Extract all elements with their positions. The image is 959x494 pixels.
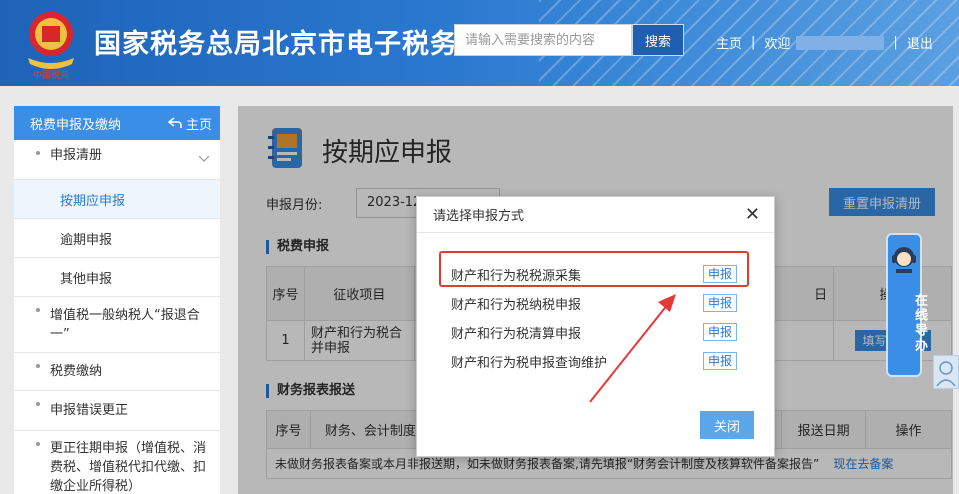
close-dialog-button[interactable]: 关闭 (700, 411, 754, 439)
sidebar-item-label: 申报清册 (50, 148, 103, 163)
chevron-down-icon (198, 155, 210, 162)
nav-welcome: 欢迎 (764, 37, 791, 52)
bullet-dot (36, 442, 40, 446)
sidebar-home-link[interactable]: 主页 (167, 114, 212, 133)
option-row: 财产和行为税税源采集 申报 (451, 263, 737, 285)
option-row: 财产和行为税清算申报 申报 (451, 321, 737, 343)
sidebar-item-overdue-declaration[interactable]: 逾期申报 (14, 219, 220, 258)
declaration-method-dialog: 请选择申报方式 ✕ 财产和行为税税源采集 申报 财产和行为税纳税申报 申报 财产… (416, 196, 775, 457)
dialog-header: 请选择申报方式 ✕ (417, 197, 774, 233)
nav-separator: | (751, 35, 756, 50)
option-label: 财产和行为税纳税申报 (451, 297, 582, 313)
bullet-dot (36, 402, 40, 406)
back-arrow-icon (167, 117, 182, 128)
top-nav: 主页 | 欢迎 | 退出 (716, 33, 933, 52)
site-title: 国家税务总局北京市电子税务局 (94, 29, 486, 60)
sidebar-item-tax-payment[interactable]: 税费缴纳 (14, 353, 220, 391)
sidebar-item-vat-refund[interactable]: 增值税一般纳税人“报退合一” (14, 297, 220, 353)
option-label: 财产和行为税税源采集 (451, 268, 582, 284)
declare-button[interactable]: 申报 (702, 323, 737, 341)
search-box (454, 24, 632, 56)
user-avatar-icon[interactable] (933, 355, 959, 389)
bullet-dot (36, 364, 40, 368)
sidebar-item-label: 更正往期申报（增值税、消费税、增值税代扣代缴、扣缴企业所得税） (50, 441, 207, 494)
sidebar-item-declaration-list[interactable]: 申报清册 (14, 140, 220, 180)
sidebar-home-label: 主页 (185, 117, 212, 133)
sidebar-header: 税费申报及缴纳 主页 (14, 106, 220, 140)
option-label: 财产和行为税清算申报 (451, 326, 582, 342)
option-row: 财产和行为税纳税申报 申报 (451, 292, 737, 314)
search-input[interactable] (455, 25, 631, 55)
sidebar-item-error-correction[interactable]: 申报错误更正 (14, 391, 220, 431)
customer-service-icon (892, 247, 916, 273)
declare-button[interactable]: 申报 (702, 265, 737, 283)
close-icon[interactable]: ✕ (745, 205, 760, 224)
search-button[interactable]: 搜索 (632, 24, 684, 56)
dialog-title: 请选择申报方式 (433, 209, 525, 224)
sidebar: 税费申报及缴纳 主页 申报清册 按期应申报 逾期申报 其他申报 增值税一般纳税人… (14, 106, 220, 494)
site-header: 中国税务 国家税务总局北京市电子税务局 搜索 主页 | 欢迎 | 退出 (0, 0, 959, 86)
emblem-caption: 中国税务 (33, 69, 69, 80)
nav-separator: | (893, 35, 898, 50)
sidebar-item-label: 申报错误更正 (50, 403, 129, 418)
sidebar-item-periodic-declaration[interactable]: 按期应申报 (14, 180, 220, 219)
sidebar-title: 税费申报及缴纳 (30, 117, 122, 133)
logout-link[interactable]: 退出 (907, 33, 933, 52)
nav-home-link[interactable]: 主页 (716, 33, 742, 52)
option-label: 财产和行为税申报查询维护 (451, 355, 608, 371)
online-guide-widget[interactable]: 在线导办 (886, 233, 927, 377)
sidebar-item-label: 税费缴纳 (50, 364, 103, 379)
declare-button[interactable]: 申报 (702, 294, 737, 312)
sidebar-item-past-correction[interactable]: 更正往期申报（增值税、消费税、增值税代扣代缴、扣缴企业所得税） (14, 431, 220, 494)
sidebar-item-label: 增值税一般纳税人“报退合一” (50, 308, 200, 342)
bullet-dot (36, 308, 40, 312)
bullet-dot (36, 151, 40, 155)
option-row: 财产和行为税申报查询维护 申报 (451, 350, 737, 372)
declare-button[interactable]: 申报 (702, 352, 737, 370)
sidebar-item-other-declaration[interactable]: 其他申报 (14, 258, 220, 297)
username-redacted (796, 35, 885, 50)
online-guide-label: 在线导办 (912, 293, 927, 353)
tax-emblem-icon: 中国税务 (28, 12, 74, 80)
